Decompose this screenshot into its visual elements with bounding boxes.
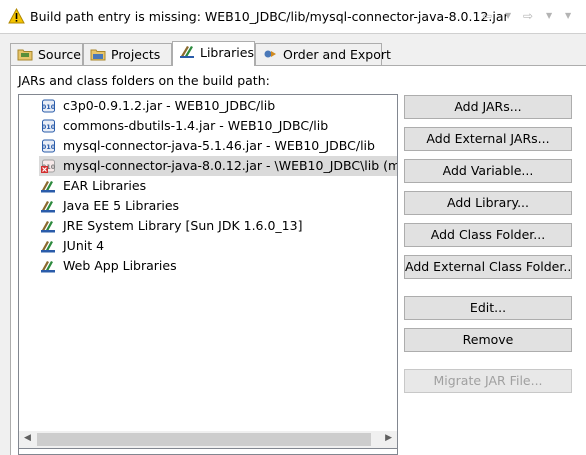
library-icon <box>41 261 55 273</box>
scroll-right-arrow-icon[interactable]: ▶ <box>385 433 392 443</box>
build-path-list[interactable]: 010 c3p0-0.9.1.2.jar - WEB10_JDBC/lib 01… <box>18 94 398 455</box>
add-variable-button[interactable]: Add Variable... <box>404 159 572 183</box>
scroll-left-arrow-icon[interactable]: ◀ <box>24 433 31 443</box>
tab-libraries-label: Libraries <box>200 45 254 60</box>
library-entry-label: commons-dbutils-1.4.jar - WEB10_JDBC/lib <box>63 118 329 133</box>
library-entry-label: JUnit 4 <box>63 238 105 253</box>
svg-text:010: 010 <box>42 103 56 111</box>
library-entry-label: c3p0-0.9.1.2.jar - WEB10_JDBC/lib <box>63 98 276 113</box>
library-icon <box>41 241 55 253</box>
tab-projects-label: Projects <box>111 47 161 62</box>
tab-source[interactable]: Source <box>10 43 83 65</box>
header-bar: Build path entry is missing: WEB10_JDBC/… <box>0 0 586 34</box>
add-jars-button[interactable]: Add JARs... <box>404 95 572 119</box>
tab-order-and-export[interactable]: Order and Export <box>255 43 391 65</box>
tab-source-label: Source <box>38 47 81 62</box>
svg-text:010: 010 <box>42 143 56 151</box>
library-icon <box>41 201 55 213</box>
missing-jar-icon: 010 <box>41 159 56 173</box>
svg-text:010: 010 <box>42 123 56 131</box>
library-entry-label: Java EE 5 Libraries <box>63 198 180 213</box>
jar-icon: 010 <box>42 139 56 153</box>
add-class-folder-button[interactable]: Add Class Folder... <box>404 223 572 247</box>
scrollbar-thumb[interactable] <box>37 433 371 446</box>
library-entry-mysql-connector-8-missing[interactable]: 010 mysql-connector-java-8.0.12.jar - \W… <box>39 156 397 176</box>
tab-order-and-export-label: Order and Export <box>283 47 391 62</box>
library-entry-label: EAR Libraries <box>63 178 147 193</box>
tab-projects[interactable]: Projects <box>83 43 172 65</box>
view-menu-icon[interactable]: ▼ <box>565 8 571 24</box>
libraries-icon <box>180 46 194 58</box>
source-folder-icon <box>17 49 33 61</box>
forward-history-dropdown-icon[interactable]: ▼ <box>546 8 552 24</box>
library-entry-label: JRE System Library [Sun JDK 1.6.0_13] <box>63 218 303 233</box>
remove-button[interactable]: Remove <box>404 328 572 352</box>
library-icon <box>41 181 55 193</box>
add-external-class-folder-button[interactable]: Add External Class Folder... <box>404 255 572 279</box>
back-arrow-icon[interactable]: ⇦ <box>482 8 492 24</box>
add-external-jars-button[interactable]: Add External JARs... <box>404 127 572 151</box>
migrate-jar-button: Migrate JAR File... <box>404 369 572 393</box>
order-export-icon <box>264 50 276 58</box>
forward-arrow-icon[interactable]: ⇨ <box>523 8 533 24</box>
tab-libraries[interactable]: Libraries <box>172 41 255 66</box>
header-message: Build path entry is missing: WEB10_JDBC/… <box>30 9 509 24</box>
jar-icon: 010 <box>42 119 56 133</box>
add-library-button[interactable]: Add Library... <box>404 191 572 215</box>
library-icon <box>41 221 55 233</box>
horizontal-scrollbar[interactable]: ◀ ▶ <box>18 431 398 449</box>
build-path-caption: JARs and class folders on the build path… <box>18 73 270 88</box>
library-entry-label: mysql-connector-java-5.1.46.jar - WEB10_… <box>63 138 375 153</box>
back-history-dropdown-icon[interactable]: ▼ <box>505 8 511 24</box>
projects-icon <box>90 49 106 61</box>
edit-button[interactable]: Edit... <box>404 296 572 320</box>
warning-icon <box>8 8 25 24</box>
library-entry-label: mysql-connector-java-8.0.12.jar - \WEB10… <box>63 158 398 173</box>
library-entry-label: Web App Libraries <box>63 258 177 273</box>
jar-icon: 010 <box>42 99 56 113</box>
